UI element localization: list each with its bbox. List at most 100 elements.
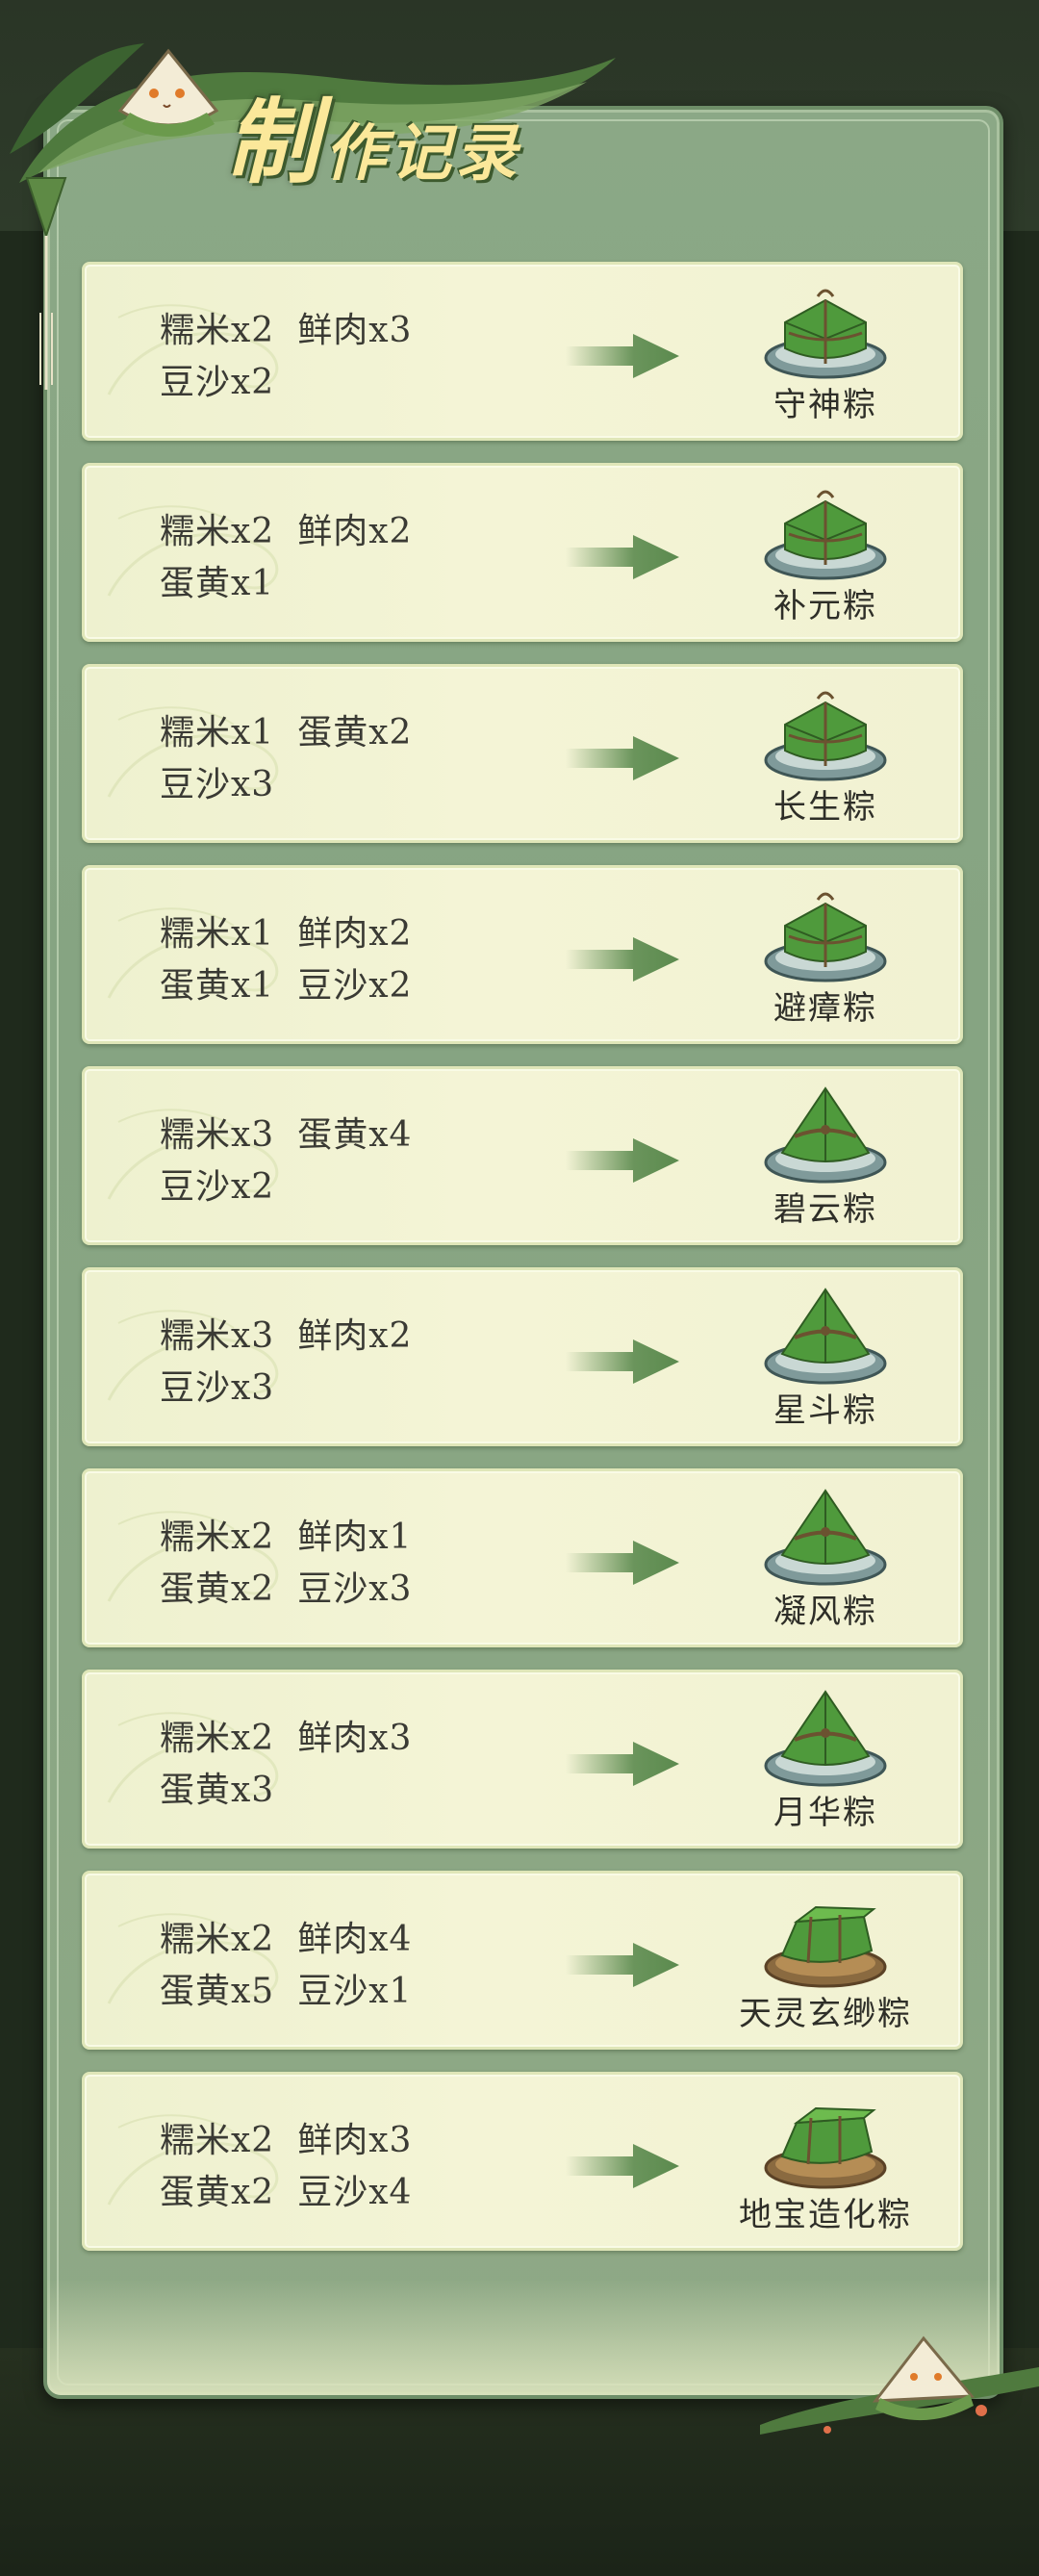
result-dish-name: 星斗粽 xyxy=(773,1391,877,1430)
record-item[interactable]: 糯米x2 鲜肉x1 蛋黄x2 豆沙x3 凝风粽 xyxy=(82,1468,963,1647)
right-arrow-icon xyxy=(566,334,679,378)
ingredient-line: 豆沙x2 xyxy=(160,1161,412,1213)
right-arrow-icon xyxy=(566,1138,679,1183)
page-title: 制 作记录 xyxy=(226,67,520,201)
result-dish-name: 凝风粽 xyxy=(773,1593,877,1631)
ingredient-amount: 蛋黄x2 xyxy=(297,713,413,752)
ingredient-amount: 鲜肉x1 xyxy=(297,1518,413,1557)
pyramid-zongzi-plate-icon xyxy=(764,1690,887,1787)
square-zongzi-plate-icon xyxy=(764,289,887,379)
result-dish-name: 补元粽 xyxy=(773,587,877,625)
result-dish-name: 地宝造化粽 xyxy=(739,2196,912,2234)
ingredient-line: 糯米x3 蛋黄x4 xyxy=(160,1109,412,1161)
ingredient-amount: 豆沙x1 xyxy=(297,1972,413,2011)
ingredient-amount: 蛋黄x4 xyxy=(297,1115,413,1155)
square-zongzi-plate-icon xyxy=(764,892,887,982)
ingredient-list: 糯米x3 鲜肉x2 豆沙x3 xyxy=(160,1311,412,1415)
ingredient-amount: 鲜肉x3 xyxy=(297,311,413,350)
title-main-char: 制 xyxy=(226,88,318,196)
ingredient-amount: 豆沙x3 xyxy=(160,765,275,804)
record-item[interactable]: 糯米x2 鲜肉x3 蛋黄x2 豆沙x4 地宝造化粽 xyxy=(82,2072,963,2251)
long-zongzi-plate-icon xyxy=(764,2106,887,2189)
result-dish-name: 守神粽 xyxy=(773,386,877,424)
ingredient-amount: 蛋黄x1 xyxy=(160,966,275,1006)
ingredient-line: 蛋黄x1 豆沙x2 xyxy=(160,960,412,1012)
ingredient-line: 蛋黄x5 豆沙x1 xyxy=(160,1966,412,2018)
right-arrow-icon xyxy=(566,1742,679,1786)
ingredient-line: 糯米x1 鲜肉x2 xyxy=(160,908,412,960)
ingredient-list: 糯米x2 鲜肉x4 蛋黄x5 豆沙x1 xyxy=(160,1914,412,2018)
ingredient-amount: 鲜肉x3 xyxy=(297,1719,413,1758)
ingredient-line: 糯米x2 鲜肉x3 xyxy=(160,305,412,357)
record-item[interactable]: 糯米x3 蛋黄x4 豆沙x2 碧云粽 xyxy=(82,1066,963,1245)
ingredient-amount: 鲜肉x2 xyxy=(297,1316,413,1356)
tassel-decoration xyxy=(25,177,67,390)
ingredient-amount: 糯米x2 xyxy=(160,2121,275,2160)
ingredient-amount: 豆沙x3 xyxy=(297,1569,413,1609)
ingredient-amount: 糯米x3 xyxy=(160,1316,275,1356)
record-panel xyxy=(43,106,1003,2399)
ingredient-line: 糯米x2 鲜肉x3 xyxy=(160,2115,412,2167)
ingredient-line: 糯米x1 蛋黄x2 xyxy=(160,707,412,759)
ingredient-amount: 鲜肉x2 xyxy=(297,914,413,954)
ingredient-amount: 豆沙x3 xyxy=(160,1368,275,1408)
ingredient-amount: 蛋黄x2 xyxy=(160,2173,275,2212)
ingredient-list: 糯米x2 鲜肉x3 蛋黄x3 xyxy=(160,1713,412,1817)
pyramid-zongzi-plate-icon xyxy=(764,1288,887,1385)
ingredient-list: 糯米x2 鲜肉x2 蛋黄x1 xyxy=(160,506,412,610)
ingredient-line: 糯米x2 鲜肉x3 xyxy=(160,1713,412,1765)
ingredient-amount: 蛋黄x3 xyxy=(160,1771,275,1810)
right-arrow-icon xyxy=(566,535,679,579)
ingredient-list: 糯米x1 蛋黄x2 豆沙x3 xyxy=(160,707,412,811)
result-dish-name: 天灵玄缈粽 xyxy=(739,1995,912,2033)
right-arrow-icon xyxy=(566,736,679,780)
ingredient-amount: 糯米x3 xyxy=(160,1115,275,1155)
record-item[interactable]: 糯米x2 鲜肉x3 豆沙x2 守神粽 xyxy=(82,262,963,441)
title-rest: 作记录 xyxy=(324,117,520,190)
zongzi-corner-decoration xyxy=(760,2335,1039,2435)
result-dish-name: 月华粽 xyxy=(773,1794,877,1832)
zongzi-mascot-icon xyxy=(117,48,219,137)
record-item[interactable]: 糯米x2 鲜肉x3 蛋黄x3 月华粽 xyxy=(82,1670,963,1849)
ingredient-line: 糯米x3 鲜肉x2 xyxy=(160,1311,412,1363)
record-item[interactable]: 糯米x1 鲜肉x2 蛋黄x1 豆沙x2 避瘴粽 xyxy=(82,865,963,1044)
pyramid-zongzi-plate-icon xyxy=(764,1489,887,1586)
right-arrow-icon xyxy=(566,937,679,982)
header: 制 作记录 xyxy=(0,0,616,390)
ingredient-list: 糯米x2 鲜肉x3 豆沙x2 xyxy=(160,305,412,409)
record-item[interactable]: 糯米x2 鲜肉x2 蛋黄x1 补元粽 xyxy=(82,463,963,642)
ingredient-amount: 豆沙x4 xyxy=(297,2173,413,2212)
ingredient-amount: 糯米x2 xyxy=(160,1719,275,1758)
ingredient-amount: 蛋黄x5 xyxy=(160,1972,275,2011)
ingredient-line: 豆沙x3 xyxy=(160,1363,412,1415)
ingredient-line: 豆沙x2 xyxy=(160,357,412,409)
ingredient-line: 糯米x2 鲜肉x1 xyxy=(160,1512,412,1564)
result-dish-name: 避瘴粽 xyxy=(773,989,877,1028)
ingredient-line: 糯米x2 鲜肉x4 xyxy=(160,1914,412,1966)
ingredient-amount: 糯米x1 xyxy=(160,914,275,954)
ingredient-list: 糯米x3 蛋黄x4 豆沙x2 xyxy=(160,1109,412,1213)
ingredient-line: 糯米x2 鲜肉x2 xyxy=(160,506,412,558)
right-arrow-icon xyxy=(566,1541,679,1585)
record-item[interactable]: 糯米x1 蛋黄x2 豆沙x3 长生粽 xyxy=(82,664,963,843)
ingredient-line: 蛋黄x2 豆沙x3 xyxy=(160,1564,412,1616)
record-item[interactable]: 糯米x2 鲜肉x4 蛋黄x5 豆沙x1 天灵玄缈粽 xyxy=(82,1871,963,2050)
ingredient-amount: 糯米x2 xyxy=(160,512,275,551)
ingredient-amount: 鲜肉x2 xyxy=(297,512,413,551)
ingredient-line: 豆沙x3 xyxy=(160,759,412,811)
ingredient-list: 糯米x2 鲜肉x3 蛋黄x2 豆沙x4 xyxy=(160,2115,412,2219)
right-arrow-icon xyxy=(566,1943,679,1987)
pyramid-zongzi-plate-icon xyxy=(764,1086,887,1184)
long-zongzi-plate-icon xyxy=(764,1905,887,1988)
ingredient-amount: 鲜肉x4 xyxy=(297,1920,413,1959)
ingredient-amount: 糯米x2 xyxy=(160,311,275,350)
right-arrow-icon xyxy=(566,2144,679,2188)
ingredient-amount: 豆沙x2 xyxy=(297,966,413,1006)
square-zongzi-plate-icon xyxy=(764,490,887,580)
square-zongzi-plate-icon xyxy=(764,691,887,781)
ingredient-amount: 鲜肉x3 xyxy=(297,2121,413,2160)
ingredient-list: 糯米x2 鲜肉x1 蛋黄x2 豆沙x3 xyxy=(160,1512,412,1616)
ingredient-amount: 豆沙x2 xyxy=(160,1167,275,1207)
ingredient-line: 蛋黄x3 xyxy=(160,1765,412,1817)
record-item[interactable]: 糯米x3 鲜肉x2 豆沙x3 星斗粽 xyxy=(82,1267,963,1446)
